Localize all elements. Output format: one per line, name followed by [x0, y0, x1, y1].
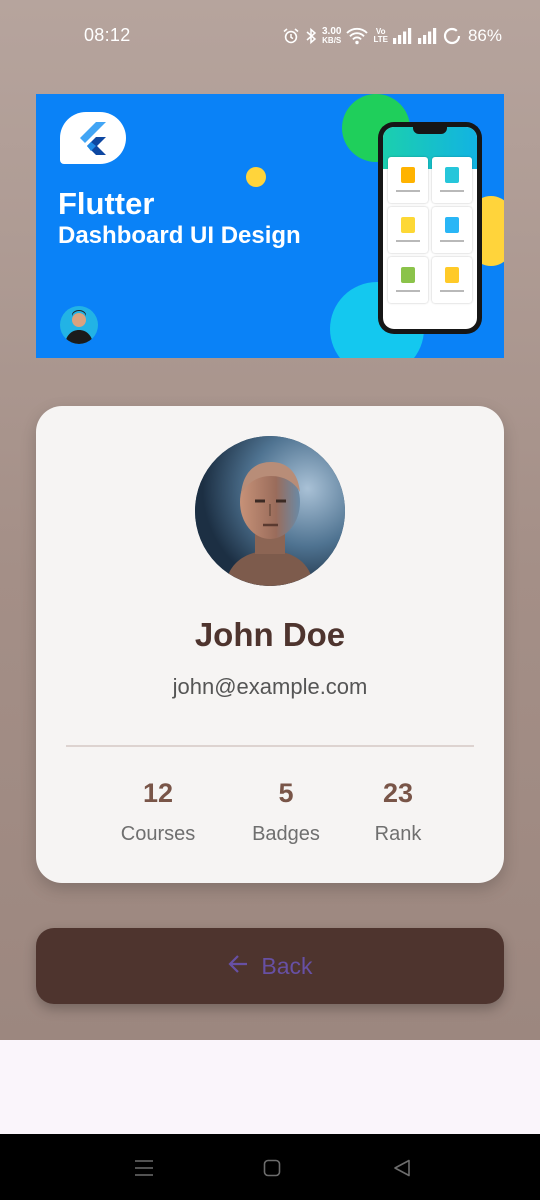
phone-grid: [388, 157, 472, 303]
net-speed-unit: KB/S: [322, 36, 342, 45]
author-avatar: [60, 306, 98, 344]
wifi-icon: [346, 27, 369, 45]
divider: [66, 745, 474, 747]
stat-label: Badges: [252, 823, 320, 845]
flutter-logo-icon: [80, 122, 106, 155]
status-bar: 08:12 3.00 KB/S Vo LTE 86%: [0, 0, 540, 72]
stat-label: Rank: [374, 823, 422, 845]
stat-rank: 23 Rank: [338, 778, 458, 846]
signal-icon-sim1: [392, 28, 413, 44]
alarm-icon: [282, 27, 300, 45]
status-icons: 3.00 KB/S Vo LTE 86%: [282, 22, 502, 50]
back-button-label: Back: [261, 952, 313, 979]
stat-value: 23: [382, 778, 414, 808]
volte-indicator: Vo LTE: [373, 28, 388, 44]
flutter-logo: [60, 112, 126, 164]
phone-tile: [388, 207, 428, 253]
profile-email: john@example.com: [172, 674, 368, 699]
phone-tile: [432, 257, 472, 303]
profile-name: John Doe: [194, 616, 346, 653]
battery-icon: [443, 27, 461, 45]
phone-tile: [388, 257, 428, 303]
signal-icon-sim2: [417, 28, 438, 44]
stat-value: 5: [278, 778, 294, 808]
phone-screen: [383, 127, 477, 329]
net-speed: 3.00 KB/S: [322, 27, 341, 45]
arrow-left-icon: [227, 953, 249, 980]
stat-courses: 12 Courses: [98, 778, 218, 846]
stat-label: Courses: [120, 823, 196, 845]
phone-tile: [388, 157, 428, 203]
back-button[interactable]: Back: [36, 928, 504, 1004]
system-nav-bar: [0, 1134, 540, 1200]
volte-bottom: LTE: [373, 35, 388, 44]
phone-mockup: [378, 122, 482, 334]
status-time: 08:12: [84, 25, 131, 45]
profile-avatar: [195, 436, 345, 586]
battery-percent: 86%: [467, 26, 502, 45]
back-triangle-icon[interactable]: [390, 1156, 414, 1180]
decor-circle-yellow-small: [246, 167, 266, 187]
stat-badges: 5 Badges: [226, 778, 346, 846]
stat-value: 12: [142, 778, 174, 808]
bluetooth-icon: [305, 27, 317, 45]
banner-title: Flutter: [58, 186, 155, 221]
phone-tile: [432, 157, 472, 203]
phone-notch: [413, 127, 447, 134]
home-square-icon[interactable]: [260, 1156, 284, 1180]
banner-subtitle: Dashboard UI Design: [58, 222, 301, 249]
phone-tile: [432, 207, 472, 253]
course-banner-image: Flutter Dashboard UI Design: [36, 94, 504, 358]
profile-card: John Doe john@example.com 12 Courses 5 B…: [36, 406, 504, 883]
menu-icon[interactable]: [132, 1156, 156, 1180]
